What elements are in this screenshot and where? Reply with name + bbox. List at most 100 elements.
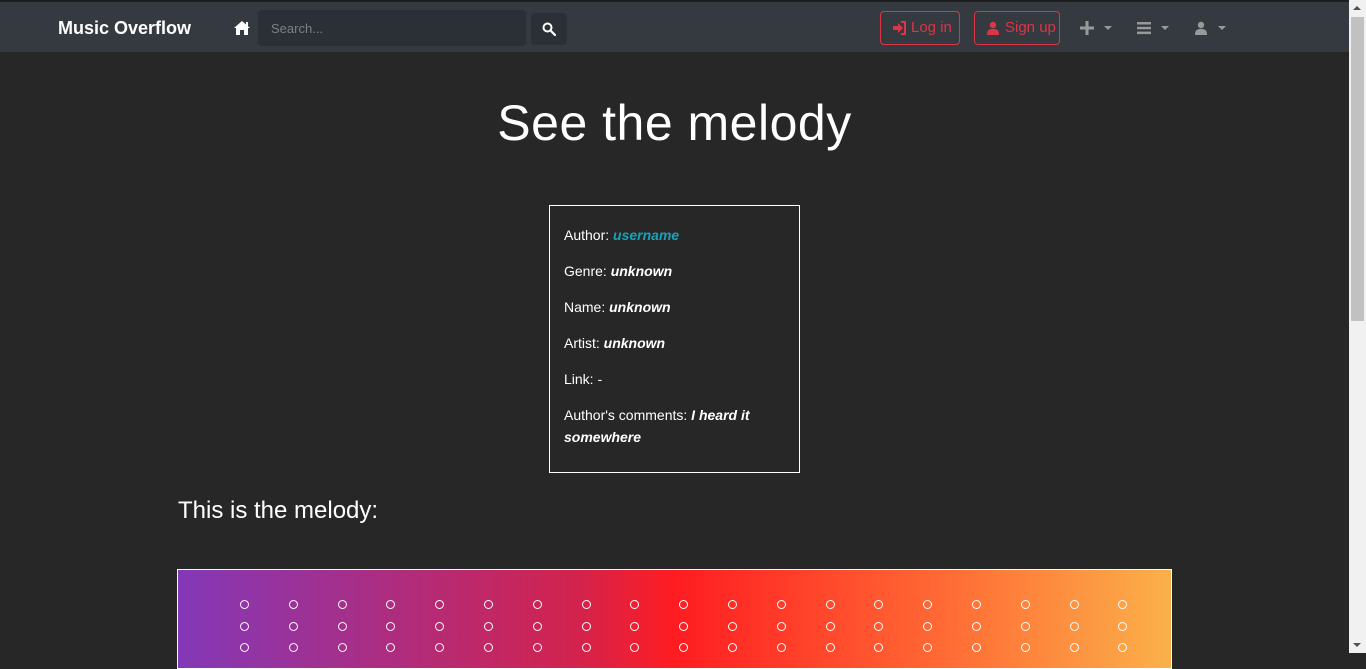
author-link[interactable]: username [613, 227, 679, 243]
melody-note[interactable] [240, 600, 249, 609]
name-value: unknown [609, 299, 671, 315]
melody-note[interactable] [923, 621, 933, 631]
melody-note[interactable] [1069, 600, 1079, 609]
chevron-down-icon [1161, 26, 1169, 30]
user-dropdown[interactable] [1194, 20, 1226, 38]
page-title: See the melody [497, 95, 852, 151]
melody-note[interactable] [484, 621, 493, 631]
comments-label: Author's comments: [564, 407, 688, 423]
melody-note[interactable] [679, 600, 689, 609]
melody-note[interactable] [288, 621, 298, 631]
melody-note[interactable] [532, 621, 542, 631]
user-icon [1195, 21, 1207, 35]
melody-note[interactable] [386, 643, 396, 652]
melody-note[interactable] [972, 621, 981, 631]
name-row: Name: unknown [564, 296, 785, 318]
genre-row: Genre: unknown [564, 260, 785, 282]
melody-note[interactable] [1118, 643, 1128, 652]
melody-note[interactable] [728, 600, 737, 609]
search-icon [542, 22, 556, 36]
melody-note[interactable] [972, 600, 981, 609]
melody-note[interactable] [484, 643, 493, 652]
melody-note[interactable] [1020, 643, 1030, 652]
melody-note[interactable] [1020, 600, 1030, 609]
melody-note[interactable] [728, 621, 737, 631]
melody-note[interactable] [484, 600, 493, 609]
melody-note[interactable] [874, 621, 884, 631]
melody-note[interactable] [240, 643, 249, 652]
melody-note[interactable] [972, 643, 981, 652]
melody-note[interactable] [581, 600, 591, 609]
scrollbar[interactable] [1349, 0, 1366, 653]
navbar: Music Overflow Log in Sign up [0, 0, 1349, 52]
login-button[interactable]: Log in [880, 11, 960, 45]
melody-note[interactable] [337, 600, 347, 609]
author-row: Author: username [564, 224, 785, 246]
artist-row: Artist: unknown [564, 332, 785, 354]
link-label: Link: [564, 371, 594, 387]
melody-info-box: Author: username Genre: unknown Name: un… [549, 205, 800, 473]
melody-note[interactable] [581, 643, 591, 652]
melody-note[interactable] [825, 621, 835, 631]
melody-note[interactable] [240, 621, 249, 631]
brand-logo[interactable]: Music Overflow [58, 18, 191, 39]
search-input[interactable] [258, 10, 526, 46]
melody-board [177, 569, 1172, 669]
melody-note[interactable] [435, 621, 445, 631]
genre-label: Genre: [564, 263, 607, 279]
search-button[interactable] [531, 13, 567, 45]
melody-note[interactable] [630, 600, 640, 609]
melody-note[interactable] [337, 643, 347, 652]
add-dropdown[interactable] [1080, 20, 1112, 38]
melody-note[interactable] [630, 621, 640, 631]
user-icon [987, 21, 999, 35]
melody-note[interactable] [1020, 621, 1030, 631]
signup-label: Sign up [1005, 19, 1056, 36]
melody-note[interactable] [1118, 621, 1128, 631]
link-value: - [597, 371, 603, 387]
sign-in-icon [893, 21, 906, 35]
menu-dropdown[interactable] [1137, 20, 1169, 38]
melody-note[interactable] [679, 621, 689, 631]
melody-note[interactable] [874, 600, 884, 609]
signup-button[interactable]: Sign up [974, 11, 1060, 45]
melody-note[interactable] [776, 600, 786, 609]
melody-note[interactable] [679, 643, 689, 652]
melody-note[interactable] [386, 621, 396, 631]
melody-note[interactable] [288, 643, 298, 652]
home-icon[interactable] [233, 20, 251, 36]
scroll-thumb[interactable] [1351, 17, 1364, 321]
chevron-down-icon [1104, 26, 1112, 30]
melody-note[interactable] [1118, 600, 1128, 609]
melody-note[interactable] [532, 643, 542, 652]
melody-note[interactable] [923, 643, 933, 652]
comments-row: Author's comments: I heard it somewhere [564, 404, 785, 448]
melody-note[interactable] [435, 600, 445, 609]
scroll-up-icon[interactable] [1353, 6, 1361, 10]
name-label: Name: [564, 299, 606, 315]
melody-note[interactable] [1069, 643, 1079, 652]
melody-note[interactable] [337, 621, 347, 631]
melody-note[interactable] [630, 643, 640, 652]
plus-icon [1080, 21, 1094, 35]
melody-note[interactable] [874, 643, 884, 652]
melody-note[interactable] [825, 600, 835, 609]
bars-icon [1137, 22, 1151, 35]
melody-note[interactable] [776, 643, 786, 652]
melody-note[interactable] [825, 643, 835, 652]
melody-note[interactable] [1069, 621, 1079, 631]
genre-value: unknown [610, 263, 673, 279]
login-label: Log in [911, 19, 952, 36]
melody-note[interactable] [435, 643, 445, 652]
melody-heading: This is the melody: [178, 497, 379, 524]
melody-note[interactable] [581, 621, 591, 631]
melody-note[interactable] [776, 621, 786, 631]
melody-note[interactable] [386, 600, 396, 609]
melody-note[interactable] [728, 643, 737, 652]
scroll-down-icon[interactable] [1353, 643, 1361, 647]
link-row: Link: - [564, 368, 785, 390]
author-label: Author: [564, 227, 610, 243]
melody-note[interactable] [288, 600, 298, 609]
melody-note[interactable] [923, 600, 933, 609]
melody-note[interactable] [532, 600, 542, 609]
